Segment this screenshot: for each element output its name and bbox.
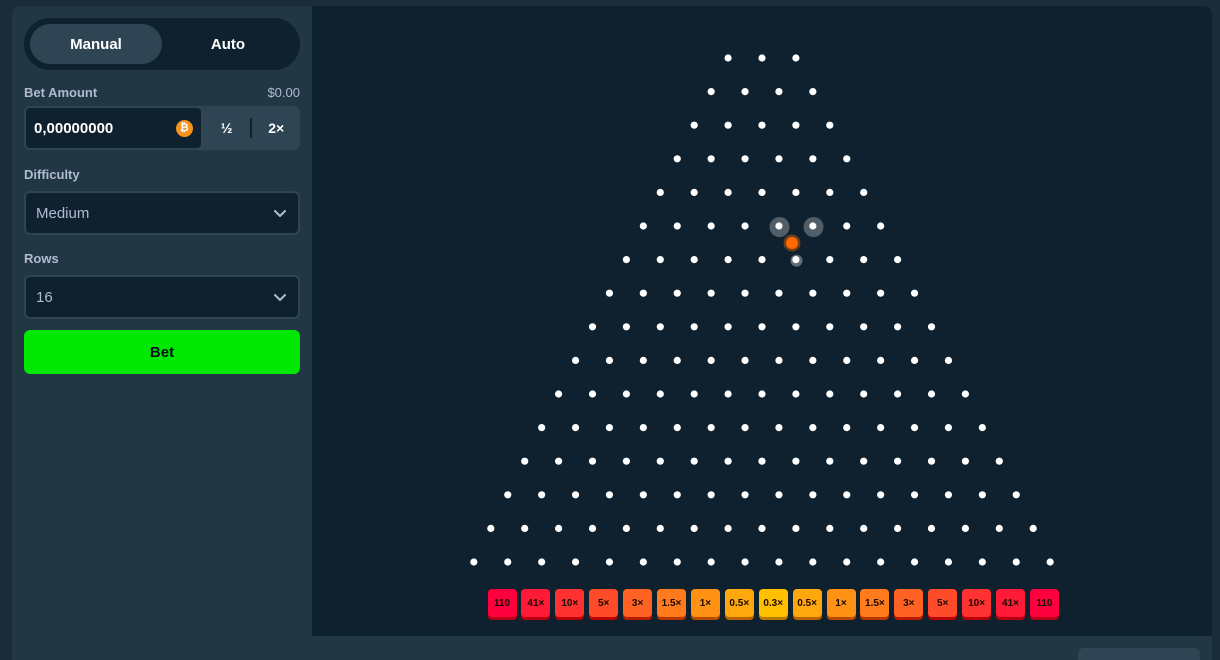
multiplier-bucket: 41× — [996, 589, 1025, 617]
plinko-board: 110 41× 10× 5× 3× 1.5× 1× 0.5× 0.3× 0.5× 1× 1.5× 3× 5… — [312, 6, 1212, 636]
chevron-down-icon — [274, 210, 286, 217]
multiplier-bucket: 5× — [928, 589, 958, 617]
multiplier-bucket: 1.5× — [860, 589, 890, 617]
bet-amount-input[interactable]: 0,00000000 ₿ — [26, 108, 201, 148]
bet-amount-usd: $0.00 — [267, 85, 300, 100]
multiplier-bucket: 3× — [623, 589, 653, 617]
multiplier-bucket: 1× — [826, 589, 856, 617]
bet-sidebar: Manual Auto Bet Amount $0.00 0,00000000 … — [12, 6, 312, 636]
rows-value: 16 — [36, 288, 53, 306]
double-bet-button[interactable]: 2× — [252, 106, 300, 150]
multiplier-bucket: 41× — [521, 589, 551, 617]
difficulty-select[interactable]: Medium — [24, 191, 300, 235]
multiplier-bucket: 1× — [690, 589, 720, 617]
multiplier-bucket: 110 — [487, 589, 517, 617]
bet-amount-value: 0,00000000 — [34, 119, 114, 137]
bet-amount-control: 0,00000000 ₿ ½ 2× — [24, 106, 300, 150]
mode-toggle: Manual Auto — [24, 18, 300, 70]
multiplier-bucket: 10× — [555, 589, 585, 617]
difficulty-label: Difficulty — [24, 167, 80, 182]
difficulty-label-row: Difficulty — [24, 167, 300, 182]
rows-label-row: Rows — [24, 251, 300, 266]
rows-label: Rows — [24, 251, 59, 266]
multiplier-bucket: 1.5× — [657, 589, 686, 617]
footer-bar — [12, 636, 1212, 660]
difficulty-value: Medium — [36, 204, 90, 222]
plinko-app: Manual Auto Bet Amount $0.00 0,00000000 … — [12, 6, 1212, 636]
multiplier-buckets: 110 41× 10× 5× 3× 1.5× 1× 0.5× 0.3× 0.5× 1× 1.5× 3× 5… — [312, 6, 1212, 636]
multiplier-bucket: 0.3× — [758, 589, 788, 617]
bitcoin-icon: ₿ — [175, 119, 193, 137]
bet-amount-label-row: Bet Amount $0.00 — [24, 85, 300, 100]
multiplier-bucket: 0.5× — [792, 589, 822, 617]
multiplier-bucket: 110 — [1029, 589, 1059, 617]
multiplier-bucket: 3× — [894, 589, 924, 617]
multiplier-bucket: 10× — [962, 589, 992, 617]
rows-select[interactable]: 16 — [24, 275, 300, 319]
footer-button[interactable] — [1078, 648, 1200, 660]
chevron-down-icon — [274, 294, 286, 301]
half-bet-button[interactable]: ½ — [203, 106, 251, 150]
bet-amount-label: Bet Amount — [24, 85, 98, 100]
multiplier-bucket: 5× — [589, 589, 619, 617]
manual-tab[interactable]: Manual — [30, 24, 162, 64]
multiplier-bucket: 0.5× — [724, 589, 754, 617]
auto-tab[interactable]: Auto — [162, 24, 294, 64]
bet-button[interactable]: Bet — [24, 330, 300, 374]
